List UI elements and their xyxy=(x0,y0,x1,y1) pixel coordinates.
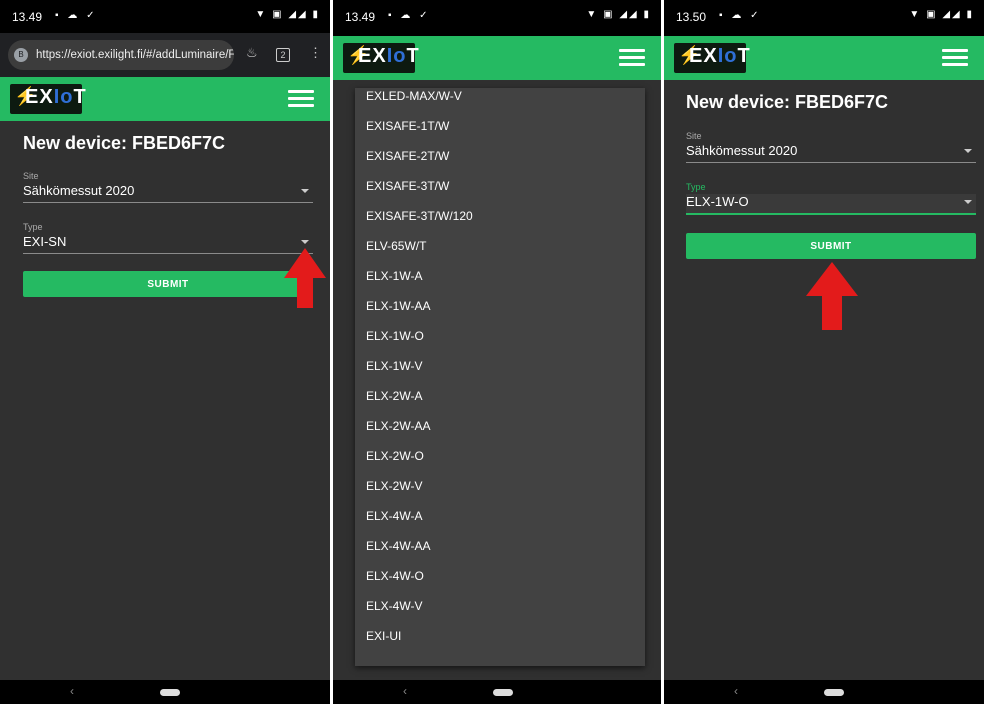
notification-icons: ▪ ☁ ✓ xyxy=(55,10,98,21)
type-label: Type xyxy=(23,222,43,232)
dropdown-option[interactable]: ELX-1W-V xyxy=(355,351,645,381)
type-label: Type xyxy=(686,182,706,192)
notification-icons: ▪ ☁ ✓ xyxy=(719,10,762,21)
system-icons: ▼ ▣ ◢◢ ▮ xyxy=(586,9,651,20)
caret-down-icon[interactable] xyxy=(964,200,972,204)
back-icon[interactable]: ‹ xyxy=(70,684,74,698)
phone-screen-3: 13.50 ▪ ☁ ✓ ▼ ▣ ◢◢ ▮ ⚡ EXIoT New device:… xyxy=(664,0,984,704)
home-pill-icon[interactable] xyxy=(160,689,180,696)
status-time: 13.49 xyxy=(345,10,376,24)
phone-screen-2: 13.49 ▪ ☁ ✓ ▼ ▣ ◢◢ ▮ ⚡ EXIoT EXLED-MAX/W… xyxy=(333,0,661,704)
browser-menu-icon[interactable]: ⋮ xyxy=(309,45,322,61)
exiot-logo[interactable]: ⚡ EXIoT xyxy=(674,43,750,73)
dropdown-option[interactable]: ELX-4W-V xyxy=(355,591,645,621)
dropdown-option[interactable]: EXISAFE-3T/W/120 xyxy=(355,201,645,231)
type-select[interactable]: Type EXI-SN xyxy=(23,222,313,254)
android-nav-bar: ‹ xyxy=(664,680,984,704)
site-label: Site xyxy=(23,171,39,181)
hamburger-icon[interactable] xyxy=(942,49,968,67)
hamburger-icon[interactable] xyxy=(619,49,645,67)
flame-icon[interactable]: ♨ xyxy=(246,45,258,61)
dropdown-option[interactable]: ELX-2W-AA xyxy=(355,411,645,441)
logo-text: EXIoT xyxy=(358,45,420,67)
app-bar: ⚡ EXIoT xyxy=(0,77,330,121)
site-select[interactable]: Site Sähkömessut 2020 xyxy=(23,171,313,203)
page-title: New device: FBED6F7C xyxy=(23,133,226,153)
submit-button[interactable]: SUBMIT xyxy=(686,233,976,259)
exiot-logo[interactable]: ⚡ EXIoT xyxy=(343,43,419,73)
dropdown-list: EXLED-MAX/W-V EXISAFE-1T/W EXISAFE-2T/W EXI… xyxy=(355,88,645,651)
submit-button[interactable]: SUBMIT xyxy=(23,271,313,297)
app-bar: ⚡ EXIoT xyxy=(333,36,661,80)
phone-screen-1: 13.49 ▪ ☁ ✓ ▼ ▣ ◢◢ ▮ Bhttps://exiot.exil… xyxy=(0,0,330,704)
browser-url-bar: Bhttps://exiot.exilight.fi/#/addLuminair… xyxy=(0,33,330,77)
type-value: EXI-SN xyxy=(23,234,67,249)
dropdown-option[interactable]: EXI-UI xyxy=(355,621,645,651)
back-icon[interactable]: ‹ xyxy=(403,684,407,698)
page-content: New device: FBED6F7C Site Sähkömessut 20… xyxy=(664,80,984,680)
dropdown-option[interactable]: ELX-4W-AA xyxy=(355,531,645,561)
site-value: Sähkömessut 2020 xyxy=(686,143,798,158)
dropdown-option[interactable]: ELV-65W/T xyxy=(355,231,645,261)
home-pill-icon[interactable] xyxy=(493,689,513,696)
caret-down-icon[interactable] xyxy=(301,240,309,244)
notification-icons: ▪ ☁ ✓ xyxy=(388,10,431,21)
logo-text: EXIoT xyxy=(25,86,87,108)
system-icons: ▼ ▣ ◢◢ ▮ xyxy=(255,9,320,20)
system-icons: ▼ ▣ ◢◢ ▮ xyxy=(909,9,974,20)
site-info-icon[interactable]: B xyxy=(14,47,28,62)
android-nav-bar: ‹ xyxy=(0,680,330,704)
dropdown-option[interactable]: EXLED-MAX/W-V xyxy=(355,88,645,111)
dropdown-option[interactable]: ELX-2W-A xyxy=(355,381,645,411)
dropdown-option[interactable]: ELX-2W-O xyxy=(355,441,645,471)
app-bar: ⚡ EXIoT xyxy=(664,36,984,80)
logo-text: EXIoT xyxy=(689,45,751,67)
dropdown-option[interactable]: ELX-2W-V xyxy=(355,471,645,501)
status-bar: 13.50 ▪ ☁ ✓ ▼ ▣ ◢◢ ▮ xyxy=(664,0,984,33)
dropdown-option[interactable]: EXISAFE-2T/W xyxy=(355,141,645,171)
url-field[interactable]: Bhttps://exiot.exilight.fi/#/addLuminair… xyxy=(8,40,234,70)
dropdown-option[interactable]: ELX-1W-A xyxy=(355,261,645,291)
site-select[interactable]: Site Sähkömessut 2020 xyxy=(686,131,976,163)
back-icon[interactable]: ‹ xyxy=(734,684,738,698)
type-value: ELX-1W-O xyxy=(686,194,749,209)
status-bar: 13.49 ▪ ☁ ✓ ▼ ▣ ◢◢ ▮ xyxy=(333,0,661,33)
home-pill-icon[interactable] xyxy=(824,689,844,696)
dropdown-option[interactable]: EXISAFE-3T/W xyxy=(355,171,645,201)
dropdown-option[interactable]: ELX-1W-AA xyxy=(355,291,645,321)
caret-down-icon xyxy=(301,189,309,193)
tab-switcher-icon[interactable]: 2 xyxy=(276,46,290,62)
status-time: 13.49 xyxy=(12,10,43,24)
dropdown-option[interactable]: EXISAFE-1T/W xyxy=(355,111,645,141)
exiot-logo[interactable]: ⚡ EXIoT xyxy=(10,84,86,114)
caret-down-icon xyxy=(964,149,972,153)
type-dropdown-menu[interactable]: EXLED-MAX/W-V EXISAFE-1T/W EXISAFE-2T/W EXI… xyxy=(355,88,645,666)
dropdown-option[interactable]: ELX-1W-O xyxy=(355,321,645,351)
red-arrow-icon xyxy=(806,262,858,330)
dropdown-option[interactable]: ELX-4W-A xyxy=(355,501,645,531)
url-text: https://exiot.exilight.fi/#/addLuminaire… xyxy=(36,49,234,61)
page-title: New device: FBED6F7C xyxy=(686,92,889,112)
red-arrow-icon xyxy=(284,248,326,308)
page-content: New device: FBED6F7C Site Sähkömessut 20… xyxy=(0,121,330,680)
site-label: Site xyxy=(686,131,702,141)
hamburger-icon[interactable] xyxy=(288,90,314,108)
site-value: Sähkömessut 2020 xyxy=(23,183,135,198)
status-bar: 13.49 ▪ ☁ ✓ ▼ ▣ ◢◢ ▮ xyxy=(0,0,330,33)
status-time: 13.50 xyxy=(676,10,707,24)
dropdown-option[interactable]: ELX-4W-O xyxy=(355,561,645,591)
type-select[interactable]: Type ELX-1W-O xyxy=(686,182,976,215)
android-nav-bar: ‹ xyxy=(333,680,661,704)
